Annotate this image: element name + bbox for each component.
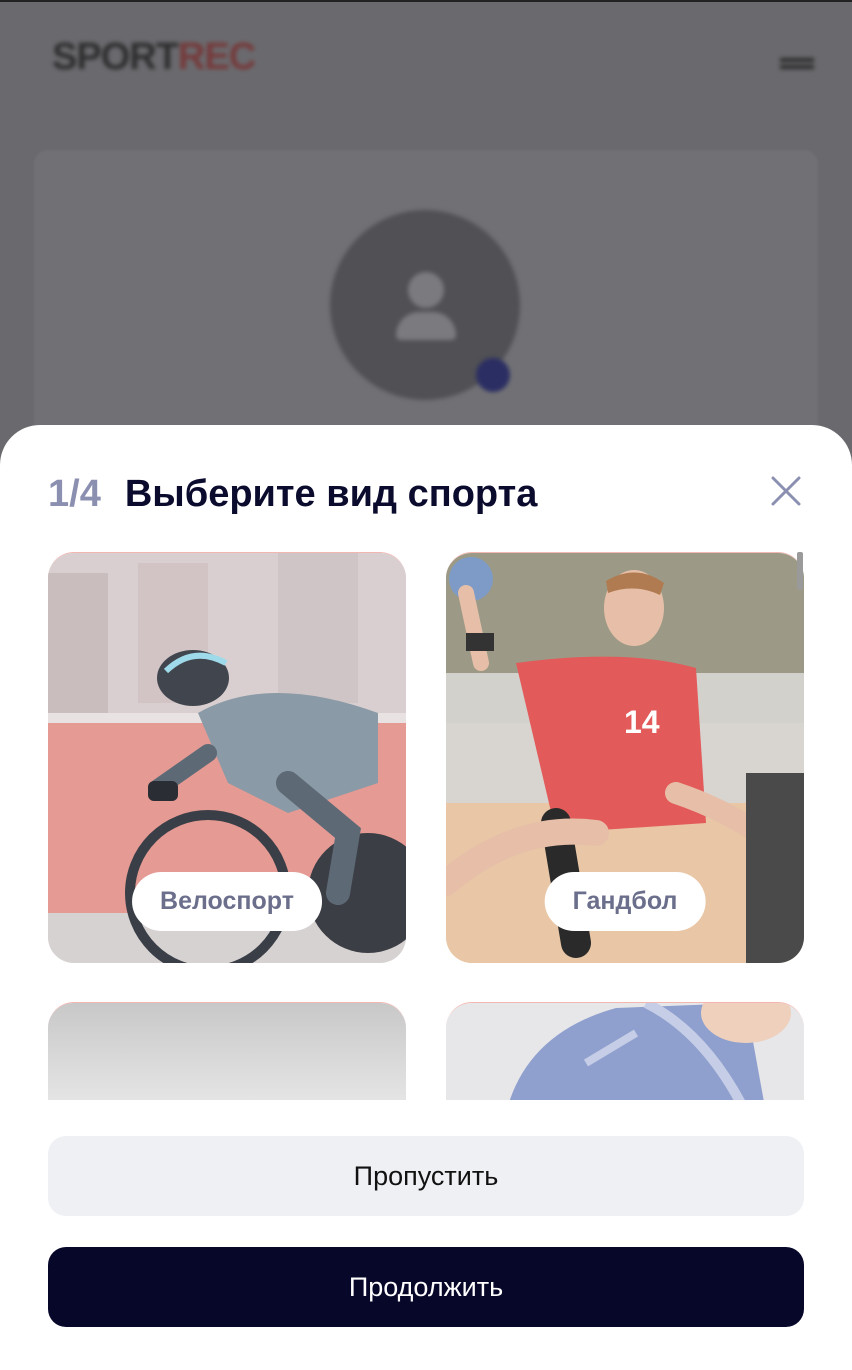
close-icon (771, 476, 801, 506)
close-button[interactable] (768, 473, 804, 509)
sport-tile-cycling[interactable]: Велоспорт (48, 552, 406, 963)
sport-photo (48, 1003, 406, 1100)
sport-tile-handball[interactable]: 14 Гандбол (446, 552, 804, 963)
sport-photo (446, 1003, 804, 1100)
sport-tile-3[interactable] (48, 1002, 406, 1100)
sport-label: Гандбол (544, 872, 706, 931)
skip-button[interactable]: Пропустить (48, 1136, 804, 1216)
sport-tile-4[interactable] (446, 1002, 804, 1100)
menu-icon (780, 58, 814, 72)
sheet-header: 1/4 Выберите вид спорта (48, 473, 537, 516)
sports-grid[interactable]: Велоспорт 14 Гандбол (48, 552, 808, 1100)
avatar-edit-badge (476, 358, 510, 392)
sheet-title: Выберите вид спорта (124, 473, 538, 515)
sport-selection-sheet: 1/4 Выберите вид спорта Велоспорт 14 Ган… (0, 425, 852, 1370)
sport-label: Велоспорт (132, 872, 322, 931)
svg-text:14: 14 (624, 704, 660, 740)
continue-button[interactable]: Продолжить (48, 1247, 804, 1327)
scrollbar[interactable] (797, 552, 803, 590)
app-logo: SPORTREC (52, 36, 256, 78)
top-bar (0, 0, 852, 2)
step-counter: 1/4 (48, 473, 101, 515)
